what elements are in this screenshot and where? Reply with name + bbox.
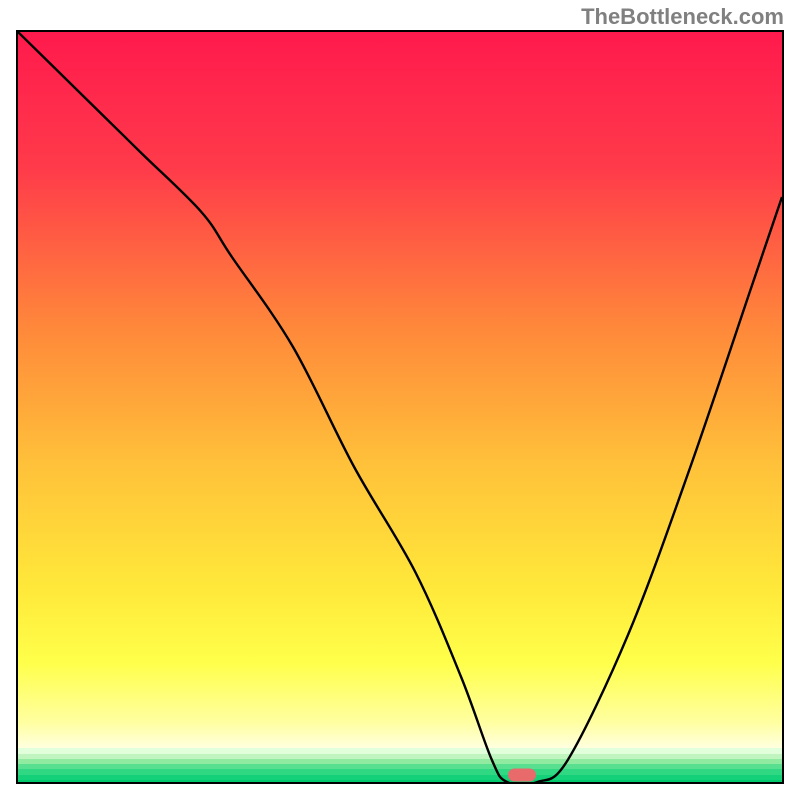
optimal-marker bbox=[508, 769, 536, 782]
bottleneck-curve bbox=[18, 32, 782, 782]
plot-area bbox=[18, 32, 782, 782]
plot-border bbox=[16, 30, 784, 784]
watermark-text: TheBottleneck.com bbox=[581, 4, 784, 30]
bottleneck-chart: TheBottleneck.com bbox=[0, 0, 800, 800]
curve-svg bbox=[18, 32, 782, 782]
green-band bbox=[18, 780, 782, 782]
